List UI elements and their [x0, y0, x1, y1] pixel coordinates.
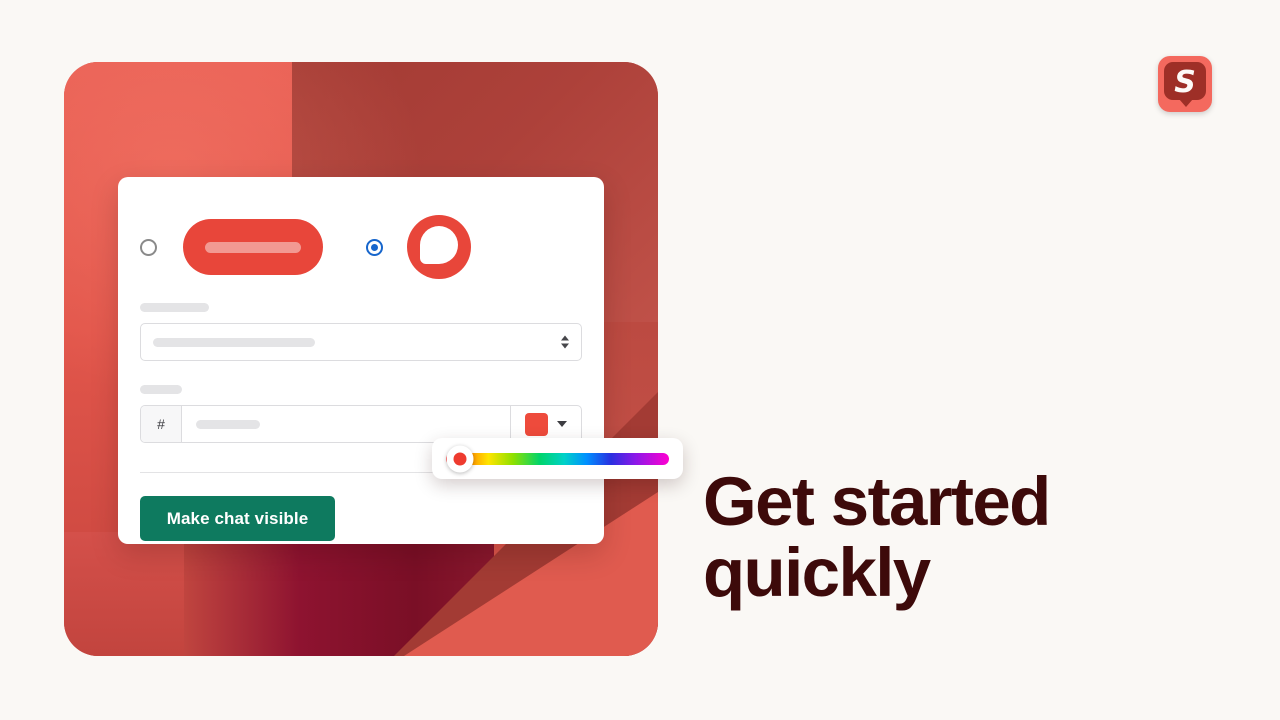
radio-pill-style[interactable]: [140, 238, 157, 256]
chevron-down-icon: [557, 421, 567, 427]
style-select-label-placeholder: [140, 303, 209, 312]
color-hex-input[interactable]: [182, 406, 510, 442]
style-select[interactable]: [140, 323, 582, 361]
chat-settings-card: # Make chat visible: [118, 177, 604, 544]
hue-handle-color-dot: [453, 452, 467, 465]
color-field-label-placeholder: [140, 385, 182, 394]
color-swatch-icon: [525, 412, 548, 436]
stepper-arrows-icon[interactable]: [561, 335, 569, 349]
pill-style-preview-icon[interactable]: [183, 219, 323, 275]
color-picker-popover: [432, 438, 683, 479]
headline-line-1: Get started: [703, 463, 1051, 540]
pill-preview-bar: [205, 241, 301, 253]
headline-line-2: quickly: [703, 534, 931, 612]
color-hex-value-placeholder: [196, 419, 260, 429]
chat-bubble-cutout: [420, 226, 458, 264]
brand-logo: S: [1158, 56, 1212, 112]
brand-logo-letter: S: [1174, 65, 1196, 100]
bubble-style-preview-icon[interactable]: [407, 215, 471, 279]
hash-prefix-icon: #: [141, 406, 182, 442]
hue-slider-handle[interactable]: [446, 445, 474, 472]
headline: Get started quickly: [703, 466, 1133, 608]
color-swatch-button[interactable]: [510, 406, 581, 442]
style-select-value-placeholder: [153, 337, 315, 347]
hue-slider-track[interactable]: [446, 445, 669, 472]
make-chat-visible-button[interactable]: Make chat visible: [140, 496, 335, 541]
chat-style-choice-row: [140, 215, 582, 279]
radio-bubble-style[interactable]: [366, 238, 383, 256]
